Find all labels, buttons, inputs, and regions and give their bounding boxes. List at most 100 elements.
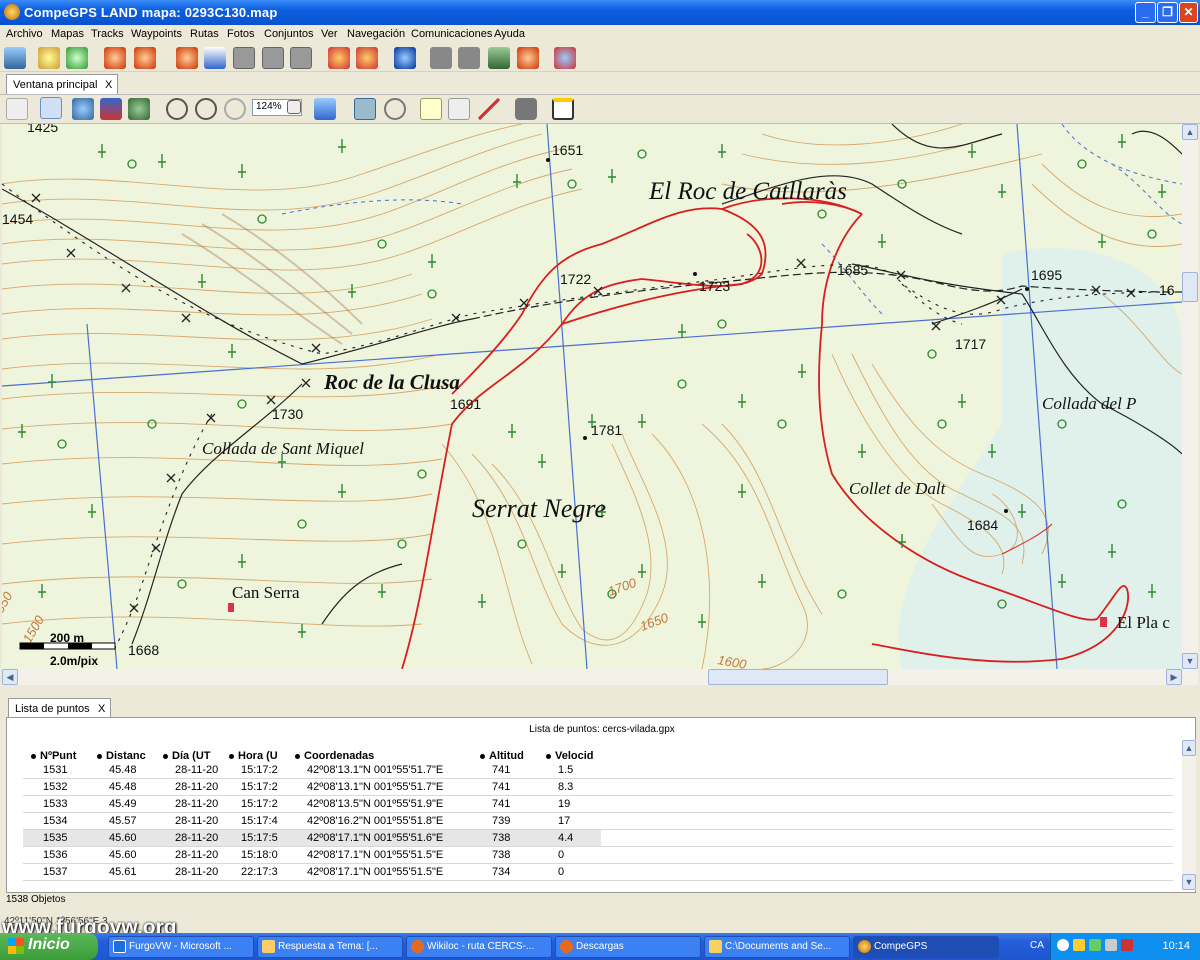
new-window-icon[interactable]	[552, 98, 574, 120]
stop-icon[interactable]	[233, 47, 255, 69]
navigate-icon[interactable]	[517, 47, 539, 69]
panel-vertical-scrollbar[interactable]: ▲ ▼	[1182, 740, 1196, 890]
find-icon[interactable]	[384, 98, 406, 120]
waypoint-edit-icon[interactable]	[356, 47, 378, 69]
minimize-button[interactable]: _	[1135, 2, 1156, 23]
table-cell: 17	[558, 815, 571, 827]
tab-lista-puntos[interactable]: Lista de puntos X	[8, 698, 111, 719]
tray-network-icon[interactable]	[1089, 939, 1101, 951]
menu-mapas[interactable]: Mapas	[51, 28, 84, 40]
language-indicator[interactable]: CA	[1030, 940, 1044, 951]
menu-waypoints[interactable]: Waypoints	[131, 28, 182, 40]
north-icon[interactable]	[100, 98, 122, 120]
close-tab-icon[interactable]: X	[105, 79, 112, 91]
map-window-icon[interactable]	[354, 98, 376, 120]
task-compegps[interactable]: CompeGPS	[853, 936, 999, 958]
menu-fotos[interactable]: Fotos	[227, 28, 255, 40]
shop-cart-icon[interactable]	[554, 47, 576, 69]
menu-navegacion[interactable]: Navegación	[347, 28, 405, 40]
measure-icon[interactable]	[478, 98, 500, 120]
track-record-icon[interactable]	[176, 47, 198, 69]
waypoint-icon[interactable]	[328, 47, 350, 69]
table-row[interactable]: 1536 45.60 28-11-20 15:18:0 42º08'17.1"N 001…	[23, 847, 1173, 864]
tray-expand-icon[interactable]	[1057, 939, 1069, 951]
task-descargas[interactable]: Descargas	[555, 936, 701, 958]
tray-security-icon[interactable]	[1121, 939, 1133, 951]
zoom-out-icon[interactable]	[166, 98, 188, 120]
zoom-100-icon[interactable]	[6, 98, 28, 120]
track-icon[interactable]	[104, 47, 126, 69]
menu-comunicaciones[interactable]: Comunicaciones	[411, 28, 492, 40]
panel-scroll-down-icon[interactable]: ▼	[1182, 874, 1196, 890]
zoom-dropdown-icon[interactable]	[287, 100, 301, 114]
menu-archivo[interactable]: Archivo	[6, 28, 43, 40]
play-icon[interactable]	[262, 47, 284, 69]
map-list-icon[interactable]	[66, 47, 88, 69]
gps-upload-icon[interactable]	[458, 47, 480, 69]
col-dia[interactable]: Día (UT	[163, 750, 211, 762]
table-row[interactable]: 1533 45.49 28-11-20 15:17:2 42º08'13.5"N 001…	[23, 796, 1173, 813]
menu-ayuda[interactable]: Ayuda	[494, 28, 525, 40]
scroll-up-icon[interactable]: ▲	[1182, 124, 1198, 140]
col-coordenadas[interactable]: Coordenadas	[295, 750, 374, 762]
scale-distance: 200 m	[50, 631, 84, 645]
tab-ventana-principal[interactable]: Ventana principal X	[6, 74, 118, 95]
3d-icon[interactable]	[128, 98, 150, 120]
pause-icon[interactable]	[290, 47, 312, 69]
settings-icon[interactable]	[4, 47, 26, 69]
table-cell: 28-11-20	[175, 798, 219, 810]
topographic-map[interactable]: El Roc de Catllaràs Roc de la Clusa Coll…	[2, 124, 1182, 669]
task-label: FurgoVW - Microsoft ...	[129, 941, 232, 952]
table-row[interactable]: 1534 45.57 28-11-20 15:17:4 42º08'16.2"N 001…	[23, 813, 1173, 830]
menu-tracks[interactable]: Tracks	[91, 28, 124, 40]
scroll-down-icon[interactable]: ▼	[1182, 653, 1198, 669]
col-altitud[interactable]: Altitud	[480, 750, 524, 762]
panel-scroll-up-icon[interactable]: ▲	[1182, 740, 1196, 756]
close-panel-icon[interactable]: X	[98, 703, 105, 715]
col-distancia[interactable]: Distanc	[97, 750, 146, 762]
open-map-icon[interactable]	[38, 47, 60, 69]
table-row[interactable]: 1537 45.61 28-11-20 22:17:3 42º08'17.1"N 001…	[23, 864, 1173, 881]
col-hora[interactable]: Hora (U	[229, 750, 278, 762]
table-cell: 741	[492, 764, 511, 776]
scroll-left-icon[interactable]: ◀	[2, 669, 18, 685]
gps-download-icon[interactable]	[430, 47, 452, 69]
zoom-in-icon[interactable]	[195, 98, 217, 120]
table-cell: 1533	[43, 798, 68, 810]
map-vertical-scrollbar[interactable]: ▲ ▼	[1182, 124, 1198, 669]
scroll-right-icon[interactable]: ▶	[1166, 669, 1182, 685]
hscroll-thumb[interactable]	[708, 669, 888, 685]
note-icon[interactable]	[420, 98, 442, 120]
task-wikiloc[interactable]: Wikiloc - ruta CERCS-...	[406, 936, 552, 958]
track-edit-icon[interactable]	[134, 47, 156, 69]
tray-mail-icon[interactable]	[1073, 939, 1085, 951]
task-respuesta[interactable]: Respuesta a Tema: [...	[257, 936, 403, 958]
table-row[interactable]: 1535 45.60 28-11-20 15:17:5 42º08'17.1"N 001…	[23, 830, 1173, 847]
map-horizontal-scrollbar[interactable]: ◀ ▶	[2, 669, 1198, 685]
table-cell: 15:17:2	[241, 781, 278, 793]
col-velocidad[interactable]: Velocid	[546, 750, 594, 762]
task-documents[interactable]: C:\Documents and Se...	[704, 936, 850, 958]
pointer-info-icon[interactable]	[448, 98, 470, 120]
table-row[interactable]: 1531 45.48 28-11-20 15:17:2 42º08'13.1"N 001…	[23, 762, 1173, 779]
undo-icon[interactable]	[394, 47, 416, 69]
col-npunt[interactable]: NºPunt	[31, 750, 76, 762]
close-button[interactable]: ✕	[1179, 2, 1198, 23]
menu-conjuntos[interactable]: Conjuntos	[264, 28, 314, 40]
tray-volume-icon[interactable]	[1105, 939, 1117, 951]
menu-ver[interactable]: Ver	[321, 28, 338, 40]
camera-icon[interactable]	[515, 98, 537, 120]
pan-hand-icon[interactable]	[40, 97, 62, 119]
fit-icon[interactable]	[314, 98, 336, 120]
zoom-reset-icon[interactable]	[224, 98, 246, 120]
layers-icon[interactable]	[72, 98, 94, 120]
menu-rutas[interactable]: Rutas	[190, 28, 219, 40]
profile-icon[interactable]	[204, 47, 226, 69]
scroll-thumb[interactable]	[1182, 272, 1198, 302]
export-icon[interactable]	[488, 47, 510, 69]
start-button[interactable]: Inicio	[0, 933, 98, 960]
maximize-button[interactable]: ❐	[1157, 2, 1178, 23]
table-row[interactable]: 1532 45.48 28-11-20 15:17:2 42º08'13.1"N 001…	[23, 779, 1173, 796]
task-furgovw[interactable]: FurgoVW - Microsoft ...	[108, 936, 254, 958]
map-canvas: El Roc de Catllaràs Roc de la Clusa Coll…	[2, 124, 1182, 669]
